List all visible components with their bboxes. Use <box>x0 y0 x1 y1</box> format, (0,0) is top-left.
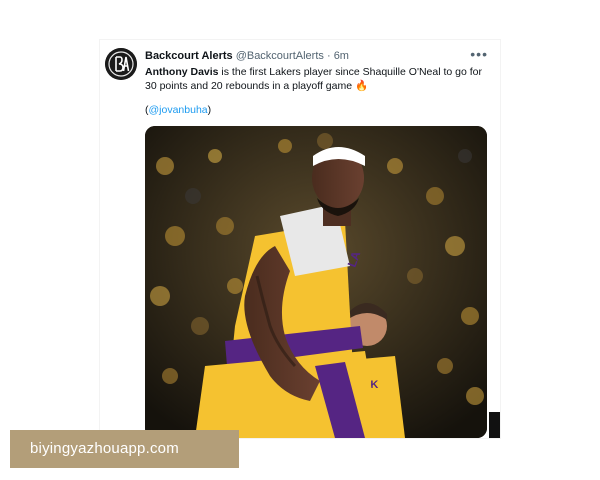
tweet-mention-line: (@jovanbuha) <box>145 104 211 116</box>
watermark-banner: biyingyazhouapp.com <box>10 430 239 468</box>
tweet-text: Anthony Davis is the first Lakers player… <box>145 65 485 93</box>
tweet-header: Backcourt Alerts @BackcourtAlerts · 6m <box>145 49 488 63</box>
mention-close-paren: ) <box>207 104 212 116</box>
watermark-text: biyingyazhouapp.com <box>30 440 179 457</box>
more-options-button[interactable]: ••• <box>470 46 488 62</box>
mention-link[interactable]: @jovanbuha <box>149 104 208 116</box>
display-name[interactable]: Backcourt Alerts <box>145 50 233 62</box>
user-handle[interactable]: @BackcourtAlerts <box>236 50 324 62</box>
tweet-card[interactable]: Backcourt Alerts @BackcourtAlerts · 6m •… <box>100 40 500 438</box>
basketball-player-image: LAK LA <box>145 126 487 438</box>
tweet-text-bold: Anthony Davis <box>145 66 219 78</box>
separator: · <box>326 50 331 62</box>
timestamp[interactable]: 6m <box>334 50 349 62</box>
avatar[interactable] <box>105 48 137 80</box>
image-corner-strip <box>489 412 500 438</box>
backcourt-logo-icon <box>105 48 137 80</box>
more-horizontal-icon: ••• <box>470 46 488 62</box>
tweet-photo[interactable]: LAK LA <box>145 126 487 438</box>
